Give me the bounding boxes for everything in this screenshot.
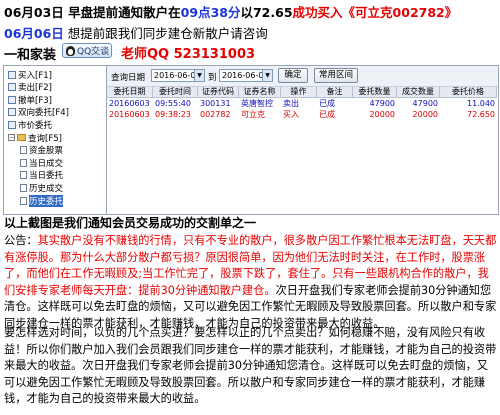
- function-tree: 买入[F1] 卖出[F2] 撤单[F3] 双向委托[F4] 市价委托 − 查询[F5] 资金股…: [4, 66, 107, 214]
- headline-date: 06月03日: [4, 5, 64, 20]
- function-icon: [8, 108, 16, 117]
- teacher-qq: 老师QQ 523131003: [121, 47, 256, 62]
- table-row[interactable]: 20160603 09:55:40 300131 英唐智控 卖出 已成 47900 47900…: [107, 99, 497, 109]
- trade-record-screenshot: 买入[F1] 卖出[F2] 撤单[F3] 双向委托[F4] 市价委托 − 查询[F5] 资金股…: [3, 65, 499, 215]
- column-header[interactable]: 委托数量: [353, 87, 397, 98]
- folder-icon: [17, 134, 26, 141]
- table-cell: 20000: [412, 110, 438, 119]
- tree-item[interactable]: 历史委托: [20, 194, 64, 207]
- table-cell: 09:38:23: [155, 110, 191, 119]
- tree-item-label: 双向委托[F4]: [18, 108, 69, 119]
- consult-text: 想提前跟我们同步建仓新散户请咨询: [67, 26, 268, 41]
- headline-stock: 《可立克002782》: [342, 5, 458, 20]
- function-icon: [8, 95, 16, 104]
- brand-name: 一和家装: [4, 48, 57, 63]
- column-header[interactable]: 操作: [281, 87, 317, 98]
- headline-buy-notice: 06月03日 早盘提前通知散户在09点38分以72.65成功买入《可立克0027…: [4, 2, 457, 21]
- tree-item-label: 历史成交: [29, 183, 64, 194]
- tree-item[interactable]: 撤单[F3]: [8, 94, 52, 106]
- tree-item[interactable]: 卖出[F2]: [8, 82, 52, 93]
- date-from-picker[interactable]: 2016-06-03 ▼: [151, 69, 205, 82]
- column-header[interactable]: 委托日期: [107, 87, 153, 98]
- table-cell: 已成: [319, 99, 335, 108]
- table-cell: 卖出: [283, 99, 299, 108]
- tree-item-label: 当日委托: [29, 171, 64, 182]
- screenshot-caption: 以上截图是我们通知会员交易成功的交割单之一: [4, 216, 257, 230]
- collapse-icon[interactable]: −: [8, 134, 15, 141]
- table-cell: 47900: [412, 99, 438, 108]
- tree-item[interactable]: 历史成交: [20, 182, 64, 194]
- table-cell: 买入: [283, 110, 299, 119]
- chevron-down-icon: ▼: [194, 70, 204, 81]
- table-cell: 09:55:40: [155, 99, 191, 108]
- tree-item[interactable]: 当日委托: [20, 170, 63, 181]
- table-cell: 002782: [200, 110, 231, 119]
- common-range-button[interactable]: 常用区间: [314, 68, 358, 83]
- table-cell: 300131: [200, 99, 231, 108]
- column-header[interactable]: 证券名称: [239, 87, 281, 98]
- column-header[interactable]: 证券代码: [198, 87, 239, 98]
- date-to-picker[interactable]: 2016-06-03 ▼: [219, 69, 273, 82]
- column-header[interactable]: 委托时间: [153, 87, 198, 98]
- query-toolbar: 查询日期 2016-06-03 ▼ 到 2016-06-03 ▼ 确定 常用区间: [107, 66, 498, 87]
- tree-item[interactable]: 市价委托: [8, 119, 53, 131]
- tree-item-label: 当日成交: [29, 158, 64, 169]
- tree-item-label: 历史委托: [29, 194, 64, 207]
- table-cell: 英唐智控: [241, 99, 273, 108]
- tree-item[interactable]: 当日成交: [20, 157, 64, 169]
- tree-item-label: 市价委托: [18, 120, 53, 131]
- table-cell: 20160603: [109, 110, 150, 119]
- tree-item-label: 资金股票: [29, 146, 64, 157]
- document-icon: [20, 146, 27, 155]
- headline-text-b: 以: [240, 5, 253, 20]
- qq-chat-label: QQ交谈: [77, 47, 110, 57]
- query-date-label: 查询日期: [111, 73, 146, 83]
- tree-item-label: 撤单[F3]: [18, 95, 52, 106]
- tree-item[interactable]: 买入[F1]: [8, 69, 52, 81]
- tree-item[interactable]: 双向委托[F4]: [8, 107, 69, 118]
- table-cell: 11.040: [467, 99, 495, 108]
- headline-time: 09点38分: [180, 5, 241, 20]
- column-header[interactable]: 委托价格: [440, 87, 497, 98]
- table-cell: 20160603: [109, 99, 150, 108]
- table-cell: 20000: [369, 110, 395, 119]
- function-icon: [8, 83, 16, 92]
- function-icon: [8, 70, 16, 79]
- headline-price: 72.65: [252, 5, 293, 20]
- tree-item[interactable]: 资金股票: [20, 145, 63, 156]
- qq-penguin-icon: [66, 45, 75, 56]
- headline-text-a: 早盘提前通知散户在: [68, 5, 181, 20]
- table-cell: 已成: [319, 110, 335, 119]
- document-icon: [20, 171, 27, 180]
- function-icon: [8, 120, 16, 129]
- consult-date: 06月06日: [4, 26, 64, 41]
- column-header[interactable]: 成交数量: [397, 87, 440, 98]
- tree-item-label: 买入[F1]: [18, 70, 52, 81]
- qq-chat-button[interactable]: QQ交谈: [62, 43, 112, 58]
- announcement: 公告：其实散户没有不赚钱的行情，只有不专业的散户，很多散户因工作繁忙根本无法盯盘…: [4, 233, 498, 332]
- document-icon: [20, 158, 27, 167]
- document-icon: [20, 196, 27, 205]
- column-header[interactable]: 备注: [317, 87, 353, 98]
- headline-consult: 06月06日 想提前跟我们同步建仓新散户请咨询: [4, 23, 268, 42]
- tree-item[interactable]: − 查询[F5]: [8, 132, 62, 144]
- tree-item-label: 卖出[F2]: [18, 83, 52, 94]
- document-icon: [20, 183, 27, 192]
- body-paragraph: 要怎样选对时间，以负的几个点买进？要怎样以正的几个点卖出？如何稳赚不赔，没有风险…: [4, 326, 497, 405]
- announcement-label: 公告：: [4, 234, 38, 247]
- tree-item-label: 查询[F5]: [28, 133, 62, 144]
- headline-text-c: 成功买入: [292, 5, 343, 20]
- confirm-button[interactable]: 确定: [278, 68, 308, 83]
- date-to-label: 到: [208, 73, 217, 83]
- chevron-down-icon: ▼: [262, 70, 272, 81]
- table-cell: 72.650: [467, 110, 495, 119]
- table-cell: 47900: [369, 99, 395, 108]
- table-row[interactable]: 20160603 09:38:23 002782 可立克 买入 已成 20000 20000 7…: [107, 110, 497, 120]
- table-cell: 可立克: [241, 110, 265, 119]
